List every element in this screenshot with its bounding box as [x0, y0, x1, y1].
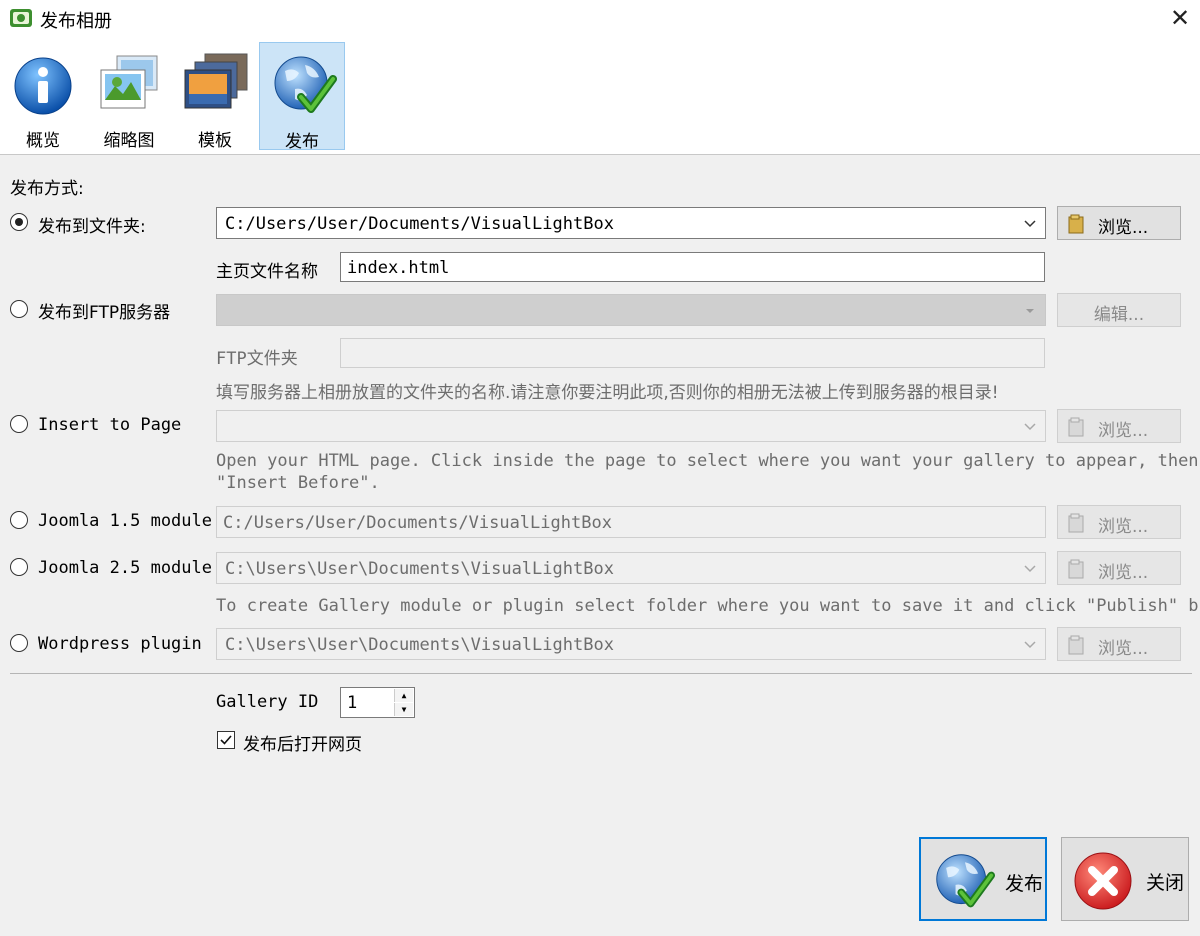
folder-icon: [1068, 559, 1084, 579]
ftp-folder-input[interactable]: [340, 338, 1045, 368]
wordpress-path-combo[interactable]: C:\Users\User\Documents\VisualLightBox: [216, 628, 1046, 660]
joomla25-label: Joomla 2.5 module: [38, 558, 212, 578]
homepage-name-input[interactable]: index.html: [340, 252, 1045, 282]
folder-path-value: C:/Users/User/Documents/VisualLightBox: [225, 214, 614, 234]
insert-hint-line2: "Insert Before".: [216, 473, 380, 493]
browse-label: 浏览...: [1098, 517, 1149, 537]
joomla15-browse-button[interactable]: 浏览...: [1057, 505, 1181, 539]
stepper-up-icon[interactable]: ▲: [394, 689, 413, 702]
ftp-hint: 填写服务器上相册放置的文件夹的名称.请注意你要注明此项,否则你的相册无法被上传到…: [216, 383, 999, 403]
homepage-name-value: index.html: [347, 258, 450, 278]
ftp-edit-button[interactable]: 编辑...: [1057, 293, 1181, 327]
folder-icon: [1068, 635, 1084, 655]
chevron-down-icon: [1024, 565, 1036, 573]
browse-label: 浏览...: [1098, 421, 1149, 441]
tab-templates[interactable]: 模板: [172, 42, 258, 151]
browse-label: 浏览...: [1098, 639, 1149, 659]
window-title: 发布相册: [40, 11, 112, 32]
info-icon: [14, 57, 72, 115]
chevron-down-icon: [1024, 220, 1036, 228]
close-window-button[interactable]: ✕: [1165, 2, 1195, 34]
tab-toolbar: 概览 缩略图 模板 发布: [0, 40, 1200, 155]
insert-browse-button[interactable]: 浏览...: [1057, 409, 1181, 443]
title-bar: 发布相册 ✕: [0, 0, 1200, 40]
joomla15-path-input[interactable]: C:/Users/User/Documents/VisualLightBox: [216, 506, 1046, 538]
tab-label: 模板: [198, 131, 232, 151]
browse-label: 浏览...: [1098, 563, 1149, 583]
globe-check-icon: [274, 56, 337, 113]
joomla25-path-combo[interactable]: C:\Users\User\Documents\VisualLightBox: [216, 552, 1046, 584]
joomla25-browse-button[interactable]: 浏览...: [1057, 551, 1181, 585]
ftp-server-combo[interactable]: [216, 294, 1046, 326]
tab-overview[interactable]: 概览: [0, 42, 86, 151]
tab-label: 缩略图: [103, 131, 155, 151]
insert-hint-line1: Open your HTML page. Click inside the pa…: [216, 451, 1200, 471]
stepper-down-icon[interactable]: ▼: [394, 703, 413, 716]
close-button-label: 关闭: [1146, 872, 1185, 894]
ftp-folder-label: FTP文件夹: [216, 349, 298, 369]
checkmark-icon: [220, 735, 232, 745]
folder-icon: [1068, 417, 1084, 437]
gallery-id-stepper[interactable]: 1 ▲ ▼: [340, 687, 415, 718]
folder-icon: [1068, 513, 1084, 533]
open-after-publish-checkbox[interactable]: [217, 731, 235, 749]
tab-label: 概览: [26, 131, 60, 151]
chevron-down-icon: [1024, 641, 1036, 649]
thumbnails-icon: [100, 55, 158, 109]
publish-folder-label: 发布到文件夹:: [38, 217, 146, 237]
tab-label: 发布: [285, 132, 319, 152]
folder-browse-button[interactable]: 浏览...: [1057, 206, 1181, 240]
gallery-id-label: Gallery ID: [216, 692, 319, 712]
templates-icon: [184, 53, 248, 109]
gallery-id-value: 1: [347, 693, 358, 713]
divider: [10, 673, 1192, 674]
radio-publish-ftp[interactable]: [10, 300, 28, 318]
edit-label: 编辑...: [1093, 305, 1145, 325]
insert-page-combo[interactable]: [216, 410, 1046, 442]
chevron-down-icon: [1026, 309, 1034, 313]
insert-to-page-label: Insert to Page: [38, 415, 182, 435]
publish-method-label: 发布方式:: [10, 179, 84, 199]
browse-label: 浏览...: [1098, 218, 1149, 238]
publish-button[interactable]: 发布: [919, 837, 1047, 921]
chevron-down-icon: [1024, 423, 1036, 431]
close-icon: [1074, 852, 1132, 910]
close-button[interactable]: 关闭: [1061, 837, 1189, 921]
wordpress-browse-button[interactable]: 浏览...: [1057, 627, 1181, 661]
radio-joomla15[interactable]: [10, 511, 28, 529]
wordpress-path-value: C:\Users\User\Documents\VisualLightBox: [225, 635, 614, 655]
app-logo-icon: [10, 9, 32, 27]
folder-path-combo[interactable]: C:/Users/User/Documents/VisualLightBox: [216, 207, 1046, 239]
publish-button-label: 发布: [1005, 873, 1044, 895]
radio-publish-folder[interactable]: [10, 213, 28, 231]
tab-publish[interactable]: 发布: [259, 42, 345, 152]
joomla15-label: Joomla 1.5 module: [38, 511, 212, 531]
folder-icon: [1068, 214, 1084, 234]
joomla25-path-value: C:\Users\User\Documents\VisualLightBox: [225, 559, 614, 579]
joomla15-path-value: C:/Users/User/Documents/VisualLightBox: [223, 513, 612, 533]
radio-wordpress[interactable]: [10, 634, 28, 652]
publish-ftp-label: 发布到FTP服务器: [38, 303, 171, 323]
homepage-name-label: 主页文件名称: [216, 262, 318, 282]
tab-thumbnails[interactable]: 缩略图: [86, 42, 172, 151]
joomla25-hint: To create Gallery module or plugin selec…: [216, 596, 1200, 616]
globe-check-icon: [936, 854, 995, 908]
wordpress-label: Wordpress plugin: [38, 634, 202, 654]
open-after-publish-label: 发布后打开网页: [243, 735, 362, 755]
radio-joomla25[interactable]: [10, 558, 28, 576]
radio-insert-to-page[interactable]: [10, 415, 28, 433]
